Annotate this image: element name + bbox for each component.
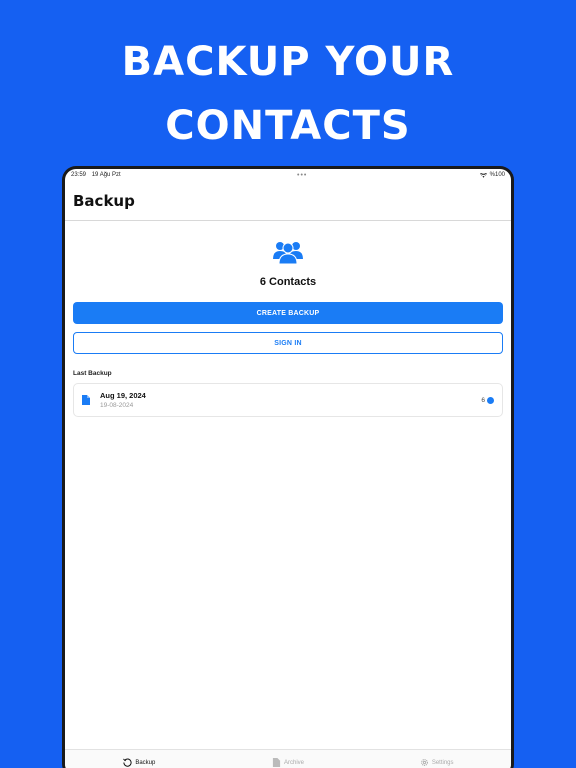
multitasking-dots[interactable]: •••	[297, 172, 307, 179]
tab-backup-label: Backup	[135, 759, 156, 766]
status-date: 19 Ağu Pzt	[91, 172, 121, 178]
backup-count-value: 6	[481, 396, 485, 404]
backup-sub-date: 19-08-2024	[100, 402, 134, 409]
file-icon	[82, 395, 90, 405]
contacts-count: 6 Contacts	[259, 276, 317, 288]
headline-line-1: BACKUP YOUR	[121, 39, 455, 85]
battery-percent: %100	[489, 172, 505, 178]
tab-backup[interactable]: Backup	[65, 750, 214, 768]
tablet-frame: 23:59 19 Ağu Pzt ••• %100 Backup 6 Conta…	[62, 166, 514, 768]
backup-contact-count: 6	[481, 396, 494, 404]
sign-in-button[interactable]: SIGN IN	[73, 332, 503, 354]
tab-settings[interactable]: Settings	[362, 750, 511, 768]
backup-item-text: Aug 19, 2024 19-08-2024	[100, 391, 481, 409]
file-icon	[272, 758, 281, 767]
status-time: 23:59	[71, 172, 87, 178]
create-backup-button[interactable]: CREATE BACKUP	[73, 302, 503, 324]
app-screen: 23:59 19 Ağu Pzt ••• %100 Backup 6 Conta…	[65, 169, 511, 768]
status-left: 23:59 19 Ağu Pzt	[71, 172, 125, 178]
backup-date: Aug 19, 2024	[100, 391, 146, 400]
status-bar: 23:59 19 Ağu Pzt ••• %100	[65, 169, 511, 181]
nav-header: Backup	[65, 181, 511, 221]
promo-headline: BACKUP YOUR CONTACTS	[0, 30, 576, 158]
headline-line-2: CONTACTS	[165, 103, 411, 149]
tab-archive[interactable]: Archive	[214, 750, 363, 768]
contacts-summary: 6 Contacts	[65, 221, 511, 288]
person-badge-icon	[487, 396, 494, 404]
contacts-group-icon	[273, 242, 303, 265]
tab-archive-label: Archive	[284, 759, 305, 766]
status-right: %100	[479, 172, 505, 178]
refresh-icon	[123, 758, 132, 767]
gear-icon	[420, 759, 428, 766]
tab-settings-label: Settings	[431, 759, 454, 766]
last-backup-label: Last Backup	[73, 370, 112, 377]
wifi-icon	[479, 172, 487, 178]
page-title: Backup	[73, 191, 135, 210]
tab-bar: Backup Archive Settings	[65, 749, 511, 768]
last-backup-item[interactable]: Aug 19, 2024 19-08-2024 6	[73, 383, 503, 417]
